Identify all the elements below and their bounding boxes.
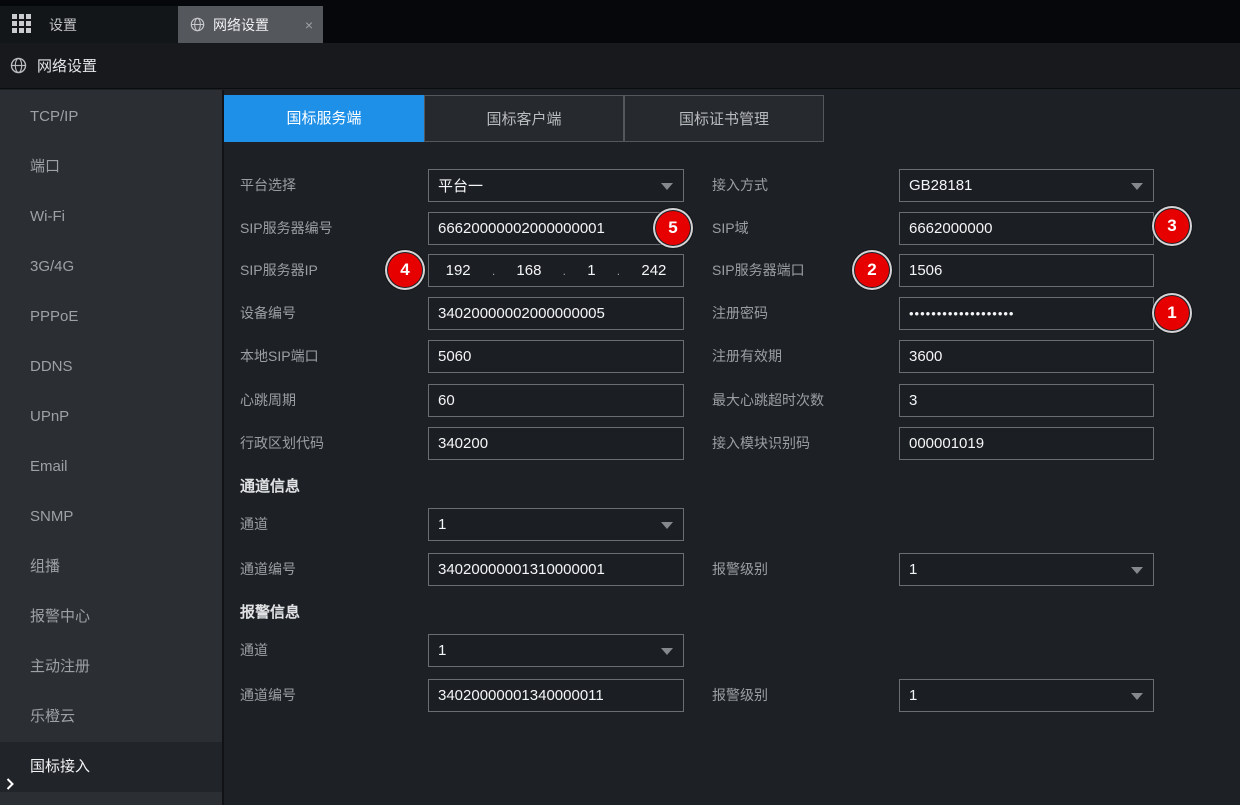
- channel-id-input[interactable]: [428, 553, 684, 586]
- ip-octet-4[interactable]: 242: [641, 262, 666, 279]
- register-valid-period-input[interactable]: [899, 340, 1154, 373]
- access-module-id-label: 接入模块识别码: [712, 427, 810, 460]
- region-code-input[interactable]: [428, 427, 684, 460]
- alarm-channel-label: 通道: [240, 634, 268, 667]
- sidebar-item-gb28181[interactable]: 国标接入: [0, 742, 222, 792]
- ip-dot: .: [617, 264, 620, 278]
- window-tab-bar: 设置 网络设置 ×: [0, 0, 1240, 43]
- register-valid-period-label: 注册有效期: [712, 340, 782, 373]
- channel-info-section-title: 通道信息: [240, 475, 300, 496]
- local-sip-port-label: 本地SIP端口: [240, 340, 319, 373]
- sidebar-item-snmp[interactable]: SNMP: [0, 492, 222, 542]
- sidebar-item-port[interactable]: 端口: [0, 142, 222, 192]
- register-password-label: 注册密码: [712, 297, 768, 330]
- sidebar-item-email[interactable]: Email: [0, 442, 222, 492]
- ip-octet-1[interactable]: 192: [446, 262, 471, 279]
- alarm-channel-id-label: 通道编号: [240, 679, 296, 712]
- annotation-badge-2: 2: [855, 253, 889, 287]
- platform-select[interactable]: 平台一: [428, 169, 684, 202]
- sidebar-item-auto-register[interactable]: 主动注册: [0, 642, 222, 692]
- alarm-channel-select[interactable]: 1: [428, 634, 684, 667]
- sidebar-item-tcpip[interactable]: TCP/IP: [0, 92, 222, 142]
- local-sip-port-input[interactable]: [428, 340, 684, 373]
- register-password-input[interactable]: [899, 297, 1154, 330]
- alarm-channel-value: 1: [438, 642, 446, 659]
- sip-server-ip-label: SIP服务器IP: [240, 254, 318, 287]
- channel-value: 1: [438, 516, 446, 533]
- alarm-level-label: 报警级别: [712, 553, 768, 586]
- sidebar-item-multicast[interactable]: 组播: [0, 542, 222, 592]
- alarm-level2-select[interactable]: 1: [899, 679, 1154, 712]
- sidebar-item-gb28181-label: 国标接入: [30, 758, 90, 775]
- max-heartbeat-timeout-input[interactable]: [899, 384, 1154, 417]
- annotation-badge-3: 3: [1155, 209, 1189, 243]
- region-code-label: 行政区划代码: [240, 427, 324, 460]
- chevron-down-icon: [1131, 693, 1143, 700]
- alarm-level2-label: 报警级别: [712, 679, 768, 712]
- annotation-badge-4: 4: [388, 253, 422, 287]
- channel-select[interactable]: 1: [428, 508, 684, 541]
- sidebar-item-ddns[interactable]: DDNS: [0, 342, 222, 392]
- sidebar-item-upnp[interactable]: UPnP: [0, 392, 222, 442]
- device-id-label: 设备编号: [240, 297, 296, 330]
- sip-server-port-label: SIP服务器端口: [712, 254, 805, 287]
- page-header: 网络设置: [0, 43, 1240, 89]
- chevron-down-icon: [661, 648, 673, 655]
- sip-server-id-input[interactable]: [428, 212, 684, 245]
- heartbeat-period-label: 心跳周期: [240, 384, 296, 417]
- sidebar-divider: [222, 90, 224, 805]
- annotation-badge-1: 1: [1155, 296, 1189, 330]
- alarm-level-value: 1: [909, 561, 917, 578]
- globe-icon: [190, 17, 205, 32]
- sip-server-ip-input[interactable]: 192 . 168 . 1 . 242: [428, 254, 684, 287]
- access-mode-value: GB28181: [909, 177, 972, 194]
- ip-octet-3[interactable]: 1: [587, 262, 595, 279]
- sip-server-port-input[interactable]: [899, 254, 1154, 287]
- chevron-down-icon: [1131, 567, 1143, 574]
- ip-dot: .: [563, 264, 566, 278]
- alarm-level-select[interactable]: 1: [899, 553, 1154, 586]
- chevron-down-icon: [1131, 183, 1143, 190]
- chevron-down-icon: [661, 183, 673, 190]
- home-tab[interactable]: 设置: [0, 6, 178, 43]
- ip-dot: .: [492, 264, 495, 278]
- network-settings-window: 设置 网络设置 × 网络设置 TCP/IP 端口 Wi-Fi 3G/4G PPP…: [0, 0, 1240, 805]
- tab-gb-server[interactable]: 国标服务端: [224, 95, 424, 142]
- access-mode-select[interactable]: GB28181: [899, 169, 1154, 202]
- device-id-input[interactable]: [428, 297, 684, 330]
- sip-server-id-label: SIP服务器编号: [240, 212, 333, 245]
- access-mode-label: 接入方式: [712, 169, 768, 202]
- sidebar-item-3g4g[interactable]: 3G/4G: [0, 242, 222, 292]
- access-module-id-input[interactable]: [899, 427, 1154, 460]
- sidebar-item-pppoe[interactable]: PPPoE: [0, 292, 222, 342]
- chevron-right-icon: [6, 761, 14, 805]
- sidebar-item-easy4ip[interactable]: 乐橙云: [0, 692, 222, 742]
- channel-id-label: 通道编号: [240, 553, 296, 586]
- channel-label: 通道: [240, 508, 268, 541]
- sip-domain-input[interactable]: [899, 212, 1154, 245]
- tab-gb-cert[interactable]: 国标证书管理: [624, 95, 824, 142]
- close-icon[interactable]: ×: [305, 17, 313, 33]
- heartbeat-period-input[interactable]: [428, 384, 684, 417]
- home-tab-label[interactable]: 设置: [49, 15, 77, 35]
- platform-value: 平台一: [438, 175, 483, 196]
- tab-gb-client[interactable]: 国标客户端: [424, 95, 624, 142]
- max-heartbeat-timeout-label: 最大心跳超时次数: [712, 384, 824, 417]
- sidebar: TCP/IP 端口 Wi-Fi 3G/4G PPPoE DDNS UPnP Em…: [0, 90, 222, 805]
- sip-domain-label: SIP域: [712, 212, 749, 245]
- sidebar-item-alarm-center[interactable]: 报警中心: [0, 592, 222, 642]
- globe-icon: [10, 57, 27, 74]
- annotation-badge-5: 5: [656, 211, 690, 245]
- chevron-down-icon: [661, 522, 673, 529]
- sidebar-item-wifi[interactable]: Wi-Fi: [0, 192, 222, 242]
- alarm-level2-value: 1: [909, 687, 917, 704]
- alarm-info-section-title: 报警信息: [240, 601, 300, 622]
- tab-network-settings-label: 网络设置: [213, 15, 269, 35]
- apps-grid-icon[interactable]: [12, 14, 33, 35]
- ip-octet-2[interactable]: 168: [516, 262, 541, 279]
- alarm-channel-id-input[interactable]: [428, 679, 684, 712]
- platform-label: 平台选择: [240, 169, 296, 202]
- page-title: 网络设置: [37, 55, 97, 76]
- tab-network-settings[interactable]: 网络设置 ×: [178, 6, 323, 43]
